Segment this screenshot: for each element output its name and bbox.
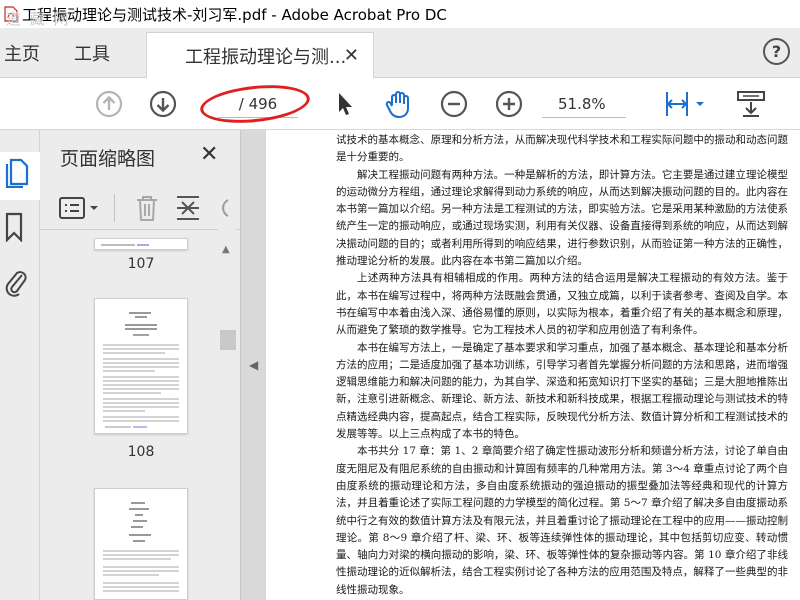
- paragraph: 试技术的基本概念、原理和分析方法，从而解决现代科学技术和工程实际问题中的振动和动…: [336, 134, 788, 164]
- close-tab-icon[interactable]: ✕: [344, 45, 359, 66]
- panel-splitter[interactable]: ◀: [240, 130, 266, 600]
- select-tool-icon[interactable]: [330, 89, 360, 119]
- bookmarks-icon[interactable]: [5, 212, 25, 242]
- previous-page-icon[interactable]: [94, 89, 124, 119]
- paragraph: 解决工程振动问题有两种方法。一种是解析的方法，即计算方法。它主要是通过建立理论模…: [336, 168, 788, 268]
- extract-pages-icon[interactable]: [174, 194, 202, 222]
- page-thumbnail-109[interactable]: [94, 488, 188, 600]
- zoom-out-icon[interactable]: [439, 89, 469, 119]
- red-annotation-oval: [198, 80, 312, 128]
- acrobat-window: 工程振动理论与测试技术-刘习军.pdf - Adobe Acrobat Pro …: [0, 0, 800, 600]
- zoom-level-field[interactable]: 51.8%: [542, 90, 626, 118]
- close-panel-icon[interactable]: ✕: [200, 142, 218, 167]
- tab-document-label: 工程振动理论与测...: [185, 46, 347, 68]
- help-icon[interactable]: ?: [763, 38, 790, 65]
- document-page-text: 试技术的基本概念、原理和分析方法，从而解决现代科学技术和工程实际问题中的振动和动…: [336, 132, 788, 599]
- scroll-up-arrow-icon[interactable]: ▲: [222, 244, 230, 255]
- tab-bar: 主页 工具 工程振动理论与测... ✕ ?: [0, 28, 800, 78]
- thumbnail-scrollbar-thumb[interactable]: [220, 330, 236, 350]
- title-bar: 工程振动理论与测试技术-刘习军.pdf - Adobe Acrobat Pro …: [0, 0, 800, 28]
- page-thumbnail-108[interactable]: [94, 298, 188, 434]
- zoom-level-text: 51.8%: [558, 94, 606, 113]
- delete-page-icon[interactable]: [134, 194, 160, 222]
- left-navigation-rail: [0, 130, 40, 600]
- zoom-in-icon[interactable]: [494, 89, 524, 119]
- page-label-108: 108: [127, 444, 155, 460]
- pdf-file-icon: [4, 6, 18, 22]
- thumbnail-options-icon[interactable]: [58, 196, 102, 220]
- next-page-icon[interactable]: [148, 89, 178, 119]
- page-thumbnails-panel: 页面缩略图 ✕ 107 108 ▲: [40, 130, 240, 600]
- collapse-panel-icon[interactable]: ◀: [249, 358, 258, 372]
- panel-title: 页面缩略图: [60, 148, 156, 170]
- scrolling-mode-icon[interactable]: [734, 89, 768, 119]
- page-label-107: 107: [127, 256, 155, 272]
- page-thumbnails-icon[interactable]: [5, 156, 29, 188]
- panel-toolbar: [40, 186, 240, 230]
- rotate-page-icon[interactable]: [216, 194, 230, 222]
- hand-tool-icon[interactable]: [384, 89, 414, 119]
- window-title: 工程振动理论与测试技术-刘习军.pdf - Adobe Acrobat Pro …: [22, 5, 447, 24]
- paragraph: 本书共分 17 章：第 1、2 章简要介绍了确定性振动波形分析和频谱分析方法，讨…: [336, 445, 788, 596]
- document-view: 试技术的基本概念、原理和分析方法，从而解决现代科学技术和工程实际问题中的振动和动…: [266, 130, 800, 600]
- paragraph: 本书在编写方法上，一是确定了基本要求和学习重点，加强了基本概念、基本理论和基本分…: [336, 341, 788, 441]
- tab-tools[interactable]: 工具: [74, 28, 134, 78]
- page-thumbnail-107[interactable]: [94, 238, 188, 250]
- fit-page-icon[interactable]: [662, 89, 708, 119]
- main-toolbar: / 496 51.8%: [0, 78, 800, 130]
- paragraph: 上述两种方法具有相辅相成的作用。两种方法的结合运用是解决工程振动的有效方法。鉴于…: [336, 272, 788, 337]
- tab-home[interactable]: 主页: [0, 28, 48, 78]
- tab-document[interactable]: 工程振动理论与测... ✕: [146, 32, 374, 78]
- thumbnail-scrollbar[interactable]: [218, 226, 236, 596]
- attachments-icon[interactable]: [4, 266, 28, 298]
- panel-toolbar-divider: [114, 194, 115, 222]
